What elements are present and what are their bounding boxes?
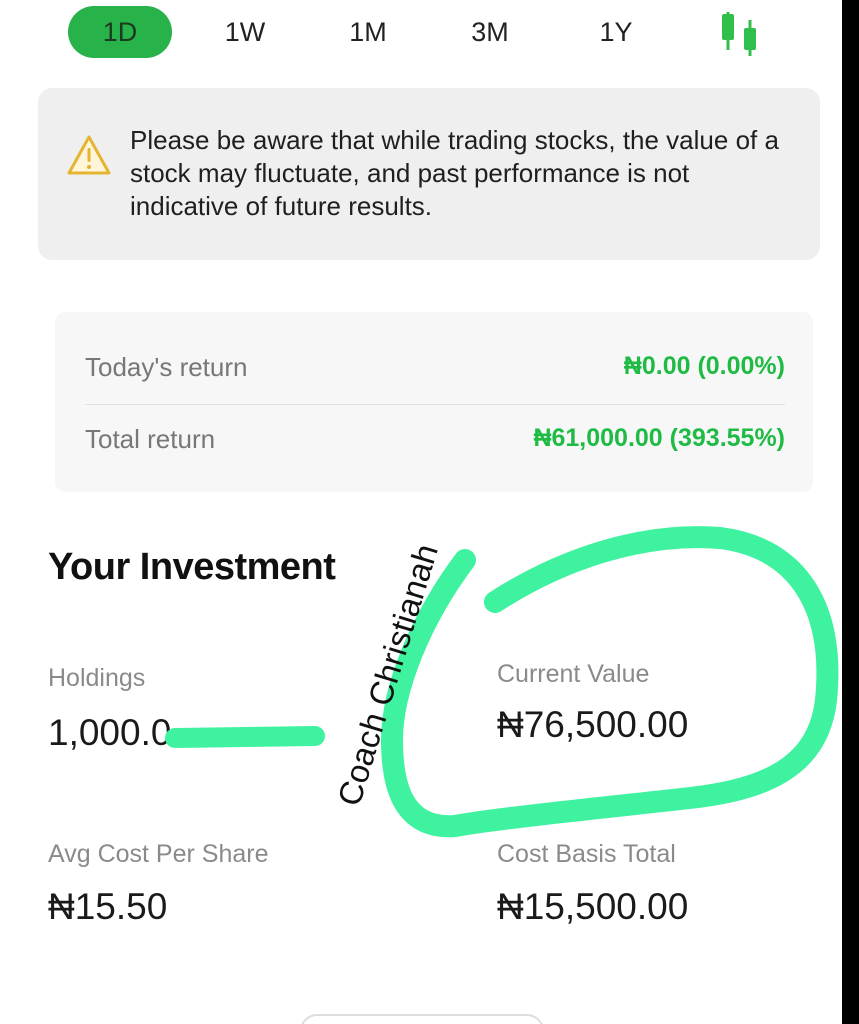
tab-1d[interactable]: 1D	[68, 6, 172, 58]
avg-cost-value: ₦15.50	[48, 886, 168, 927]
warning-message: Please be aware that while trading stock…	[130, 125, 779, 221]
candlestick-icon[interactable]	[712, 10, 768, 56]
avg-cost-label: Avg Cost Per Share	[48, 840, 269, 868]
tab-3m[interactable]: 3M	[450, 6, 530, 58]
risk-warning-card: Please be aware that while trading stock…	[38, 88, 820, 260]
period-tabs: 1D 1W 1M 3M 1Y	[0, 0, 842, 70]
tab-1y[interactable]: 1Y	[576, 6, 656, 58]
total-return-value: ₦61,000.00 (393.55%)	[533, 424, 785, 452]
watermark-text: Coach Christianah	[330, 539, 445, 811]
todays-return-row: Today's return ₦0.00 (0.00%)	[85, 334, 785, 405]
todays-return-label: Today's return	[85, 352, 248, 382]
holdings-label: Holdings	[48, 664, 146, 692]
todays-return-value: ₦0.00 (0.00%)	[623, 352, 785, 380]
total-return-row: Total return ₦61,000.00 (393.55%)	[85, 406, 785, 476]
cost-basis-label: Cost Basis Total	[497, 840, 676, 868]
investment-title: Your Investment	[48, 546, 336, 588]
cost-basis-value: ₦15,500.00	[497, 886, 689, 927]
tab-1m[interactable]: 1M	[328, 6, 408, 58]
warning-triangle-icon	[67, 135, 111, 175]
current-value-label: Current Value	[497, 660, 650, 688]
tab-1w[interactable]: 1W	[205, 6, 285, 58]
returns-card: Today's return ₦0.00 (0.00%) Total retur…	[55, 312, 813, 492]
holdings-value: 1,000.0	[48, 712, 172, 753]
stock-detail-screen: 1D 1W 1M 3M 1Y Please be aware that whil…	[0, 0, 842, 1024]
bottom-button-edge[interactable]	[300, 1014, 544, 1024]
total-return-label: Total return	[85, 424, 216, 454]
current-value: ₦76,500.00	[497, 704, 689, 745]
